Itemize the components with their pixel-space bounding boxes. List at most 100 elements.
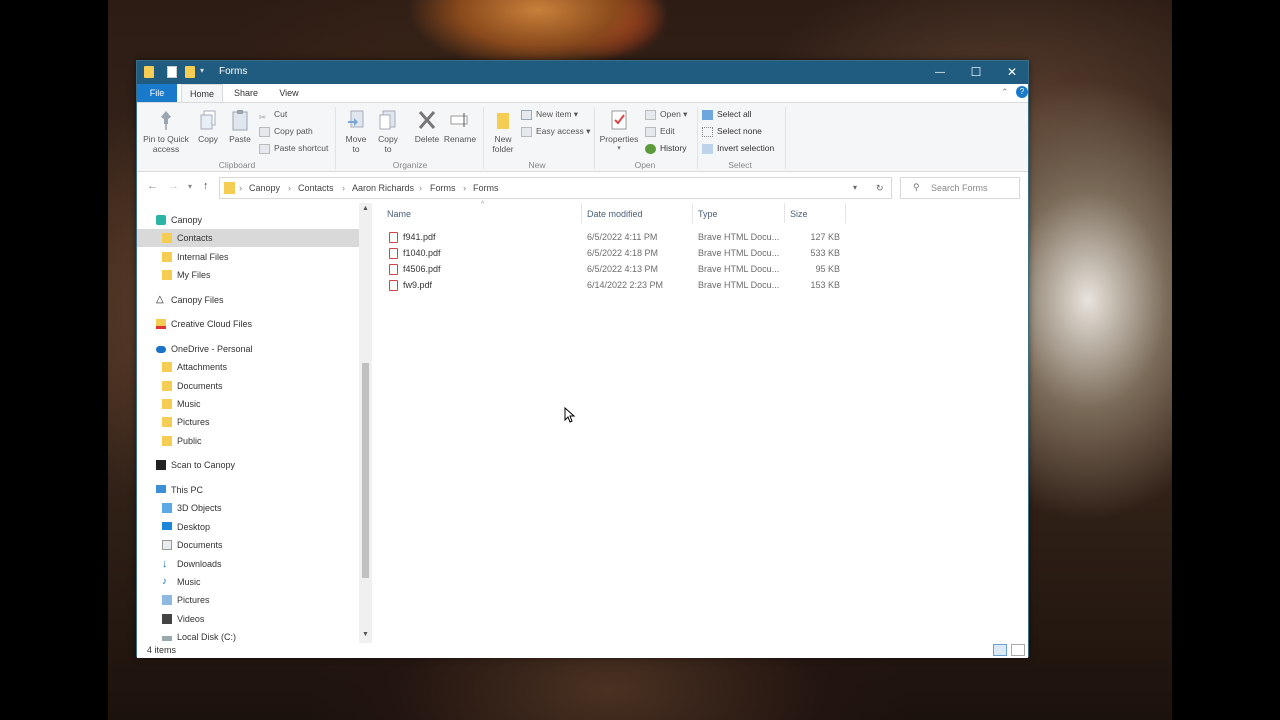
history-button[interactable]: History xyxy=(645,141,686,155)
cut-button[interactable]: ✂ Cut xyxy=(259,107,287,122)
file-row[interactable]: f941.pdf 6/5/2022 4:11 PM Brave HTML Doc… xyxy=(385,229,845,245)
maximize-button[interactable]: ☐ xyxy=(958,61,994,84)
move-to-button[interactable]: Move to xyxy=(341,109,371,154)
breadcrumb-aaron-richards[interactable]: Aaron Richards xyxy=(352,183,414,193)
nav-item-canopy[interactable]: Canopy xyxy=(137,211,359,229)
column-separator[interactable] xyxy=(581,203,582,223)
item-count: 4 items xyxy=(147,645,177,655)
back-arrow-icon[interactable]: ← xyxy=(147,180,158,192)
collapse-ribbon-icon[interactable]: ⌃ xyxy=(1001,87,1009,98)
new-item-icon xyxy=(521,109,532,120)
column-header-date-modified[interactable]: Date modified xyxy=(587,209,643,221)
new-folder-button[interactable]: New folder xyxy=(487,109,519,154)
new-folder-quick-icon[interactable] xyxy=(185,66,195,78)
refresh-icon[interactable]: ↻ xyxy=(876,183,884,194)
canopy-icon xyxy=(156,215,166,225)
breadcrumb-forms[interactable]: Forms xyxy=(430,183,456,193)
column-header-size[interactable]: Size xyxy=(790,209,808,221)
nav-item-onedrive-pictures[interactable]: Pictures xyxy=(137,413,359,431)
help-icon[interactable]: ? xyxy=(1016,86,1028,98)
column-separator[interactable] xyxy=(845,203,846,223)
file-row[interactable]: f4506.pdf 6/5/2022 4:13 PM Brave HTML Do… xyxy=(385,261,845,277)
pin-to-quick-access-button[interactable]: Pin to Quick access xyxy=(141,109,191,154)
nav-item-creative-cloud-files[interactable]: Creative Cloud Files xyxy=(137,315,359,333)
address-bar[interactable]: › Canopy › Contacts › Aaron Richards › F… xyxy=(219,177,892,199)
tab-file[interactable]: File xyxy=(137,84,177,102)
nav-item-videos[interactable]: Videos xyxy=(137,610,359,628)
column-separator[interactable] xyxy=(692,203,693,223)
nav-item-this-pc[interactable]: This PC xyxy=(137,481,359,499)
up-arrow-icon[interactable]: ↑ xyxy=(203,180,209,192)
details-view-icon[interactable] xyxy=(993,644,1007,656)
delete-button[interactable]: Delete xyxy=(411,109,443,144)
tab-view[interactable]: View xyxy=(271,84,307,102)
nav-scrollbar-thumb[interactable] xyxy=(362,363,369,578)
nav-item-downloads[interactable]: ↓ Downloads xyxy=(137,555,359,573)
copy-to-button[interactable]: Copy to xyxy=(373,109,403,154)
videos-icon xyxy=(162,614,172,624)
breadcrumb-canopy[interactable]: Canopy xyxy=(249,183,280,193)
navigation-bar: ← → ▾ ↑ › Canopy › Contacts › Aaron Rich… xyxy=(137,173,1028,201)
search-input[interactable]: ⚲ Search Forms xyxy=(900,177,1020,199)
rename-button[interactable]: Rename xyxy=(443,109,477,144)
column-header-type[interactable]: Type xyxy=(698,209,718,221)
copy-path-button[interactable]: Copy path xyxy=(259,124,313,138)
nav-item-attachments[interactable]: Attachments xyxy=(137,358,359,376)
quick-access-dropdown-icon[interactable]: ▾ xyxy=(200,66,208,78)
forward-arrow-icon[interactable]: → xyxy=(168,180,179,192)
select-all-button[interactable]: Select all xyxy=(702,107,752,121)
paste-button[interactable]: Paste xyxy=(225,109,255,144)
pdf-file-icon xyxy=(389,232,398,244)
address-history-dropdown-icon[interactable]: ▾ xyxy=(853,183,857,192)
title-bar[interactable]: ▾ Forms — ☐ ✕ xyxy=(137,61,1028,84)
nav-item-scan-to-canopy[interactable]: Scan to Canopy xyxy=(137,456,359,474)
nav-item-my-files[interactable]: My Files xyxy=(137,266,359,284)
history-icon xyxy=(645,143,656,154)
scroll-down-icon[interactable]: ▼ xyxy=(362,631,369,638)
scroll-up-icon[interactable]: ▲ xyxy=(362,205,369,212)
nav-item-local-disk[interactable]: Local Disk (C:) xyxy=(137,628,359,642)
new-item-button[interactable]: New item ▾ xyxy=(521,107,578,121)
nav-item-documents[interactable]: Documents xyxy=(137,536,359,554)
file-row[interactable]: f1040.pdf 6/5/2022 4:18 PM Brave HTML Do… xyxy=(385,245,845,261)
nav-item-onedrive[interactable]: OneDrive - Personal xyxy=(137,340,359,358)
nav-scrollbar[interactable]: ▲ ▼ xyxy=(359,203,372,643)
select-none-button[interactable]: Select none xyxy=(702,124,762,138)
tab-share[interactable]: Share xyxy=(227,84,265,102)
canopy-logo-icon xyxy=(156,460,166,470)
invert-selection-button[interactable]: Invert selection xyxy=(702,141,774,155)
nav-item-public[interactable]: Public xyxy=(137,432,359,450)
folder-icon xyxy=(162,233,172,243)
navigation-pane: Canopy Contacts Internal Files My Files … xyxy=(137,203,372,643)
easy-access-button[interactable]: Easy access ▾ xyxy=(521,124,590,138)
tab-home[interactable]: Home xyxy=(181,84,223,102)
minimize-button[interactable]: — xyxy=(922,61,958,84)
nav-item-internal-files[interactable]: Internal Files xyxy=(137,248,359,266)
edit-button[interactable]: Edit xyxy=(645,124,675,138)
nav-item-onedrive-music[interactable]: Music xyxy=(137,395,359,413)
large-icons-view-icon[interactable] xyxy=(1011,644,1025,656)
copy-button[interactable]: Copy xyxy=(193,109,223,144)
paste-shortcut-icon xyxy=(259,143,270,154)
nav-item-pictures[interactable]: Pictures xyxy=(137,591,359,609)
column-header-name[interactable]: Name xyxy=(387,209,411,221)
documents-icon xyxy=(162,540,172,550)
paste-shortcut-button[interactable]: Paste shortcut xyxy=(259,141,328,155)
downloads-icon: ↓ xyxy=(162,558,168,570)
nav-item-music[interactable]: ♪ Music xyxy=(137,573,359,591)
folder-icon xyxy=(162,436,172,446)
file-row[interactable]: fw9.pdf 6/14/2022 2:23 PM Brave HTML Doc… xyxy=(385,277,845,293)
nav-item-desktop[interactable]: Desktop xyxy=(137,518,359,536)
nav-item-contacts[interactable]: Contacts xyxy=(137,229,359,247)
properties-quick-icon[interactable] xyxy=(167,66,177,78)
column-separator[interactable] xyxy=(784,203,785,223)
nav-item-3d-objects[interactable]: 3D Objects xyxy=(137,499,359,517)
breadcrumb-forms-current[interactable]: Forms xyxy=(473,183,499,193)
close-button[interactable]: ✕ xyxy=(994,61,1030,84)
properties-button[interactable]: Properties ▾ xyxy=(597,109,641,154)
nav-item-canopy-files[interactable]: △ Canopy Files xyxy=(137,291,359,309)
nav-item-onedrive-documents[interactable]: Documents xyxy=(137,377,359,395)
breadcrumb-contacts[interactable]: Contacts xyxy=(298,183,334,193)
recent-locations-icon[interactable]: ▾ xyxy=(188,182,192,191)
open-button[interactable]: Open ▾ xyxy=(645,107,687,121)
